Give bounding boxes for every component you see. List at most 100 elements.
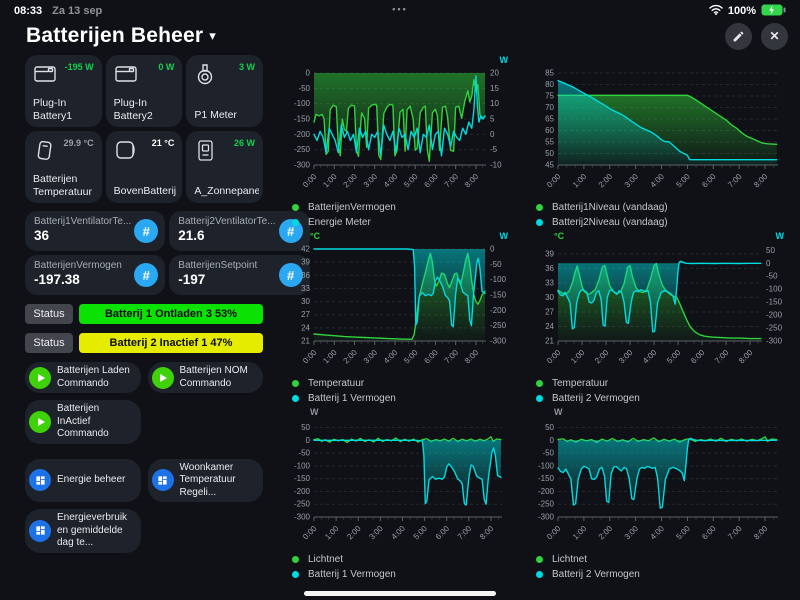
device-card[interactable]: 0 W Plug-In Battery2 [105,55,183,127]
legend-dot [292,556,299,563]
device-value: -195 W [64,62,94,72]
chart-units: °C W [284,231,516,241]
legend-item[interactable]: Batterij2Niveau (vandaag) [536,215,668,230]
action-button[interactable]: Batterijen Laden Commando [25,362,141,393]
action-button[interactable]: Energie beheer [25,458,141,502]
legend-item[interactable]: Batterij 2 Vermogen [536,567,640,582]
svg-text:8:00: 8:00 [752,524,770,542]
svg-text:2:00: 2:00 [345,524,363,542]
svg-text:6:00: 6:00 [689,348,707,366]
svg-text:-200: -200 [294,130,311,139]
svg-text:27: 27 [301,310,310,319]
status-row[interactable]: Status Batterij 2 Inactief 1 47% [25,333,263,353]
batterybox-icon [113,138,139,167]
action-button-label: Batterijen InActief Commando [57,403,109,439]
svg-text:3:00: 3:00 [623,172,641,190]
svg-text:-50: -50 [766,272,778,281]
tile-name: BatterijenVermogen [34,260,122,271]
status-row[interactable]: Status Batterij 1 Ontladen 3 53% [25,304,263,324]
device-card[interactable]: 21 °C BovenBatterij [105,131,183,203]
left-axis-unit: W [554,407,563,417]
action-button[interactable]: Batterijen NOM Commando [147,362,263,393]
legend-item[interactable]: Temperatuur [292,376,396,391]
chart-plot: 85 80 75 70 65 60 55 50 45 0:00 1:00 2:00 3:00 4:00 5:… [545,69,778,190]
device-card[interactable]: 26 W A_Zonnepanelen [186,131,263,203]
dashboard-icon [35,525,46,536]
svg-text:0:00: 0:00 [545,172,563,190]
svg-text:0:00: 0:00 [545,524,563,542]
legend-item[interactable]: Batterij 1 Vermogen [292,567,396,582]
legend-label: Batterij2Niveau (vandaag) [552,217,668,228]
svg-text:3:00: 3:00 [362,348,380,366]
legend-dot [536,204,543,211]
svg-text:-300: -300 [294,161,311,170]
svg-text:4:00: 4:00 [649,524,667,542]
chart-units: W [284,55,516,65]
svg-text:5: 5 [490,115,495,124]
left-axis-unit: °C [310,231,321,241]
hash-icon: # [134,263,159,287]
dashboard-icon [157,475,168,486]
battery-icon [761,4,786,19]
svg-text:30: 30 [301,297,310,306]
device-cards-grid: -195 W Plug-In Battery1 0 W Plug-In Batt… [25,55,263,203]
legend-item[interactable]: Batterij1Niveau (vandaag) [536,200,668,215]
svg-text:24: 24 [545,322,554,331]
legend-item[interactable]: BatterijenVermogen [292,200,396,215]
action-button-label: Energie beheer [57,474,126,485]
legend-dot [536,556,543,563]
chart-c6: W 50 0 -50 -100 -150 -200 -250 -300 0:00 1:00 2:00 3… [528,407,792,583]
device-card[interactable]: 3 W P1 Meter [186,55,263,127]
legend-item[interactable]: Batterij 1 Vermogen [292,391,396,406]
chart-units [528,55,792,65]
number-tile[interactable]: BatterijenVermogen -197.38 # [25,255,166,295]
legend-item[interactable]: Batterij 2 Vermogen [536,391,640,406]
chart-plot: 39 36 33 30 27 24 21 50 0 -50 -100 -150 -200 -250 -300… [545,246,783,366]
svg-text:50: 50 [766,246,775,255]
legend-item[interactable]: Temperatuur [536,376,640,391]
tile-value: 21.6 [178,228,205,243]
right-axis-unit: W [499,231,509,241]
svg-text:0: 0 [766,259,771,268]
svg-text:8:00: 8:00 [463,348,481,366]
chevron-down-icon[interactable]: ▾ [209,28,216,44]
legend-item[interactable]: Lichtnet [536,552,640,567]
svg-text:-250: -250 [490,321,507,330]
legend-dot [536,219,543,226]
ios-status-bar: 08:33 Za 13 sep ••• 100% [0,0,800,20]
status-label: Status [25,304,73,324]
svg-text:5:00: 5:00 [402,172,420,190]
legend-item[interactable]: Energie Meter [292,215,396,230]
device-value: 0 W [158,62,175,72]
svg-text:-50: -50 [490,260,502,269]
home-indicator[interactable] [304,591,496,596]
svg-text:7:00: 7:00 [726,524,744,542]
chart-plot: 0 -50 -100 -150 -200 -250 -300 20 15 10 5 0 -5 -10 0:0… [294,69,502,190]
device-card[interactable]: 29.9 °C Batterijen Temperatuur S... [25,131,102,203]
legend-dot [292,395,299,402]
edit-button[interactable] [725,22,752,50]
close-icon: ✕ [769,29,780,43]
svg-text:6:00: 6:00 [422,348,440,366]
page-title[interactable]: Batterijen Beheer [26,24,203,48]
action-button[interactable]: Energieverbruik en gemiddelde dag te... [25,509,141,553]
svg-text:3:00: 3:00 [623,524,641,542]
clock: 08:33 [14,5,43,17]
close-button[interactable]: ✕ [761,22,788,50]
device-card[interactable]: -195 W Plug-In Battery1 [25,55,102,127]
svg-text:3:00: 3:00 [617,348,635,366]
action-button[interactable]: Woonkamer Temperatuur Regeli... [147,458,263,502]
svg-text:-250: -250 [294,500,311,509]
action-button-label: Woonkamer Temperatuur Regeli... [179,461,236,498]
legend-item[interactable]: Lichtnet [292,552,396,567]
svg-text:45: 45 [545,161,554,170]
screen: 08:33 Za 13 sep ••• 100% Batterijen Behe… [0,0,800,600]
svg-text:-300: -300 [538,513,555,522]
svg-text:10: 10 [490,99,499,108]
svg-text:7:00: 7:00 [443,172,461,190]
action-button[interactable]: Batterijen InActief Commando [25,400,141,444]
charts-column-middle: W 0 -50 -100 -150 -200 -250 -300 20 15 10 5 0 -5 -10 0:… [284,55,516,583]
number-tile[interactable]: Batterij1VentilatorTe... 36 # [25,211,166,251]
svg-text:21: 21 [545,337,554,346]
svg-text:6:00: 6:00 [422,172,440,190]
